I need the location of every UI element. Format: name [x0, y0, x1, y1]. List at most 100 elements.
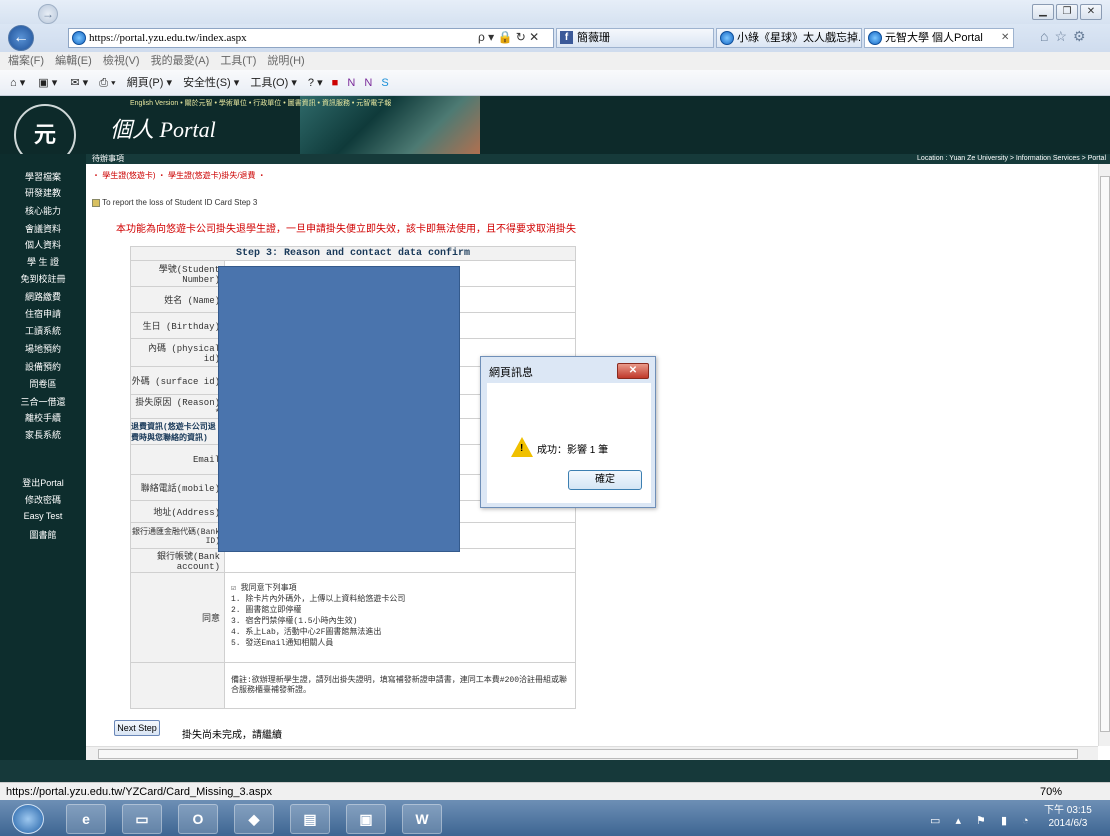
menu-file[interactable]: 檔案(F)	[8, 55, 44, 67]
dialog-close-button[interactable]: ✕	[617, 363, 649, 379]
close-tab-icon[interactable]: ✕	[1001, 29, 1009, 47]
sidebar-item[interactable]: 登出Portal	[0, 476, 86, 489]
help-icon[interactable]: ? ▾	[308, 77, 323, 89]
onenote-icon[interactable]: N	[364, 77, 372, 89]
taskbar-word-icon[interactable]: W	[402, 804, 442, 834]
mobile-label: 聯絡電話(mobile)	[130, 474, 225, 501]
ie-icon	[720, 31, 734, 45]
taskbar-doc-icon[interactable]: ▤	[290, 804, 330, 834]
sidebar-item[interactable]: 住宿申請	[0, 307, 86, 320]
banner-links[interactable]: English Version • 關於元智 • 學術單位 • 行政單位 • 圖…	[130, 98, 391, 108]
menu-tools[interactable]: 工具(T)	[220, 55, 256, 67]
next-step-button[interactable]: Next Step	[114, 720, 160, 736]
back-button[interactable]: ←	[8, 25, 34, 51]
agree-item: 1. 除卡片內外碼外，上傳以上資料給悠遊卡公司	[231, 595, 406, 604]
sidebar-item[interactable]: 工讀系統	[0, 324, 86, 337]
taskbar-ie-icon[interactable]: e	[66, 804, 106, 834]
report-label-text: To report the loss of Student ID Card St…	[102, 198, 258, 207]
section-title: 待辦事項	[92, 154, 124, 163]
sidebar-item[interactable]: 核心能力	[0, 204, 86, 217]
skype-icon[interactable]: S	[381, 77, 388, 89]
sidebar-item[interactable]: 個人資料	[0, 238, 86, 251]
reason-label: 掛失原因 (Reason) *	[130, 394, 225, 419]
tab-label: 元智大學 個人Portal	[885, 32, 983, 44]
home-star-gear-icons[interactable]: ⌂☆⚙	[1040, 28, 1092, 45]
home-icon[interactable]: ⌂ ▾	[10, 77, 25, 89]
sidebar-item[interactable]: 三合一借還	[0, 395, 86, 408]
status-bar: https://portal.yzu.edu.tw/YZCard/Card_Mi…	[0, 782, 1110, 800]
start-button[interactable]	[12, 804, 44, 834]
location-bar: 待辦事項 Location : Yuan Ze University > Inf…	[86, 154, 1110, 164]
agree-item: 4. 系上Lab，活動中心2F圖書館無法進出	[231, 628, 382, 637]
report-label: To report the loss of Student ID Card St…	[92, 198, 257, 207]
addon-icon[interactable]: ■	[332, 77, 339, 89]
sidebar-item[interactable]: 免到校註冊	[0, 272, 86, 285]
sidebar-item[interactable]: 網路繳費	[0, 290, 86, 303]
menu-help[interactable]: 說明(H)	[267, 55, 304, 67]
breadcrumb[interactable]: ‧ 學生證(悠遊卡) ‧ 學生證(悠遊卡)掛失/退費 ‧	[92, 170, 266, 181]
note-text: 備註:欲辦理新學生證，請列出掛失證明，填寫補發新證申請書，連同工本費#200洽註…	[224, 662, 576, 709]
clock-time: 下午 03:15	[1044, 805, 1092, 816]
feeds-icon[interactable]: ▣ ▾	[38, 77, 57, 89]
tray-icons[interactable]: ▭ ▴ ⚑ ▮ ◔	[930, 814, 1035, 827]
dialog-message: 成功：影響 1 筆	[537, 445, 609, 456]
sidebar-item[interactable]: 場地預約	[0, 342, 86, 355]
zoom-level[interactable]: 70%	[1040, 783, 1062, 801]
menu-edit[interactable]: 編輯(E)	[55, 55, 92, 67]
tab-1[interactable]: 小綠《星球》太人戲忘掉...	[716, 28, 862, 48]
menu-view[interactable]: 檢視(V)	[103, 55, 140, 67]
menu-favorites[interactable]: 我的最愛(A)	[151, 55, 210, 67]
mail-icon[interactable]: ✉ ▾	[70, 77, 88, 89]
agree-cell: ☑ 我同意下列事項 1. 除卡片內外碼外，上傳以上資料給悠遊卡公司 2. 圖書館…	[224, 572, 576, 663]
taskbar-app2-icon[interactable]: ▣	[346, 804, 386, 834]
close-window-button[interactable]: ✕	[1080, 4, 1102, 20]
warning-mark: !	[520, 443, 524, 454]
vertical-scrollbar[interactable]	[1098, 164, 1110, 746]
agree-item: 5. 發送Email通知相關人員	[231, 639, 334, 648]
address-label: 地址(Address)	[130, 500, 225, 523]
sidebar-item[interactable]: 設備預約	[0, 360, 86, 373]
tab-2[interactable]: 元智大學 個人Portal ✕	[864, 28, 1014, 48]
footer-bar	[0, 760, 1110, 782]
horizontal-scrollbar[interactable]	[86, 746, 1098, 760]
dialog-title: 網頁訊息	[489, 367, 533, 379]
sidebar-item[interactable]: 家長系統	[0, 428, 86, 441]
print-icon[interactable]: ⎙ ▾	[99, 77, 115, 89]
sidebar-item[interactable]: 學習檔案	[0, 170, 86, 183]
step-title: Step 3: Reason and contact data confirm	[130, 246, 576, 261]
forward-button[interactable]: →	[38, 4, 58, 24]
tab-search[interactable]: f 簡薇珊	[556, 28, 714, 48]
menu-bar: 檔案(F) 編輯(E) 檢視(V) 我的最愛(A) 工具(T) 說明(H)	[0, 52, 1110, 70]
taskbar-app-icon[interactable]: ◆	[234, 804, 274, 834]
warning-text: 本功能為向悠遊卡公司掛失退學生證，一旦申請掛失便立即失效，該卡即無法使用，且不得…	[116, 224, 576, 235]
sidebar-item[interactable]: 問卷區	[0, 377, 86, 390]
tools-menu[interactable]: 工具(O) ▾	[250, 77, 296, 89]
address-url: https://portal.yzu.edu.tw/index.aspx	[89, 32, 247, 44]
sidebar-item[interactable]: 修改密碼	[0, 493, 86, 506]
agree-checkbox[interactable]: ☑ 我同意下列事項	[231, 583, 569, 594]
sidebar-item[interactable]: 離校手續	[0, 411, 86, 424]
pending-text: 掛失尚未完成，請繼續	[182, 730, 282, 741]
page-menu[interactable]: 網頁(P) ▾	[127, 77, 172, 89]
taskbar-explorer-icon[interactable]: ▭	[122, 804, 162, 834]
sidebar-item[interactable]: 研發建教	[0, 186, 86, 199]
safety-menu[interactable]: 安全性(S) ▾	[183, 77, 239, 89]
clock-date: 2014/6/3	[1048, 818, 1088, 829]
scroll-thumb[interactable]	[1100, 176, 1110, 732]
onenote-icon[interactable]: N	[347, 77, 355, 89]
note-label-cell	[130, 662, 225, 709]
surface-id-label: 外碼 (surface id)	[130, 366, 225, 395]
sidebar-item[interactable]: Easy Test	[0, 511, 86, 521]
taskbar-outlook-icon[interactable]: O	[178, 804, 218, 834]
minimize-button[interactable]: ▁	[1032, 4, 1054, 20]
ok-button[interactable]: 確定	[568, 470, 642, 490]
clock[interactable]: 下午 03:15 2014/6/3	[1044, 804, 1092, 830]
scroll-thumb[interactable]	[98, 749, 1078, 759]
sidebar-item[interactable]: 圖書館	[0, 528, 86, 541]
maximize-button[interactable]: ❐	[1056, 4, 1078, 20]
refund-section-label: 退費資訊(悠遊卡公司退費時與您聯絡的資訊)	[130, 418, 225, 445]
sidebar-item[interactable]: 會議資料	[0, 222, 86, 235]
command-bar: ⌂ ▾ ▣ ▾ ✉ ▾ ⎙ ▾ 網頁(P) ▾ 安全性(S) ▾ 工具(O) ▾…	[0, 70, 1110, 96]
sidebar-item[interactable]: 學 生 證	[0, 255, 86, 268]
address-tools[interactable]: ρ ▾ 🔒 ↻ ✕	[478, 30, 539, 44]
